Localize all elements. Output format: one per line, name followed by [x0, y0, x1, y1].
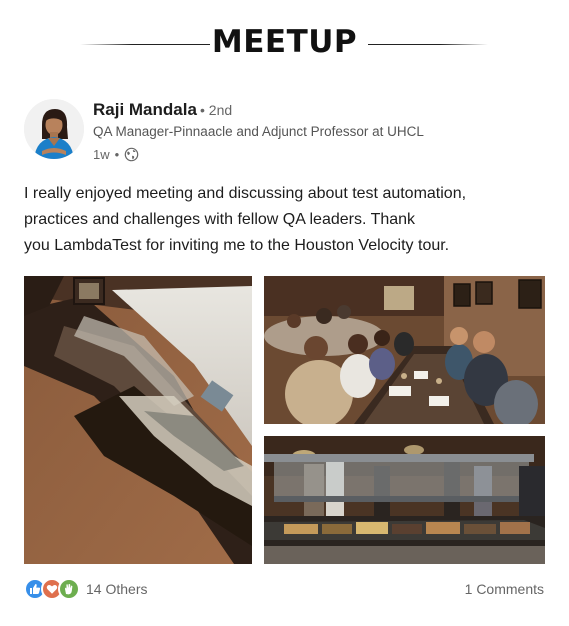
comments-count[interactable]: 1 Comments: [465, 581, 544, 597]
photo-restaurant-overview[interactable]: [24, 276, 252, 564]
post-time: 1w: [93, 146, 110, 162]
photo-group-dinner[interactable]: [264, 276, 545, 424]
celebrate-icon: [58, 578, 80, 600]
author-name[interactable]: Raji Mandala: [93, 100, 197, 120]
post-text-line: I really enjoyed meeting and discussing …: [24, 185, 467, 202]
connection-degree: • 2nd: [200, 102, 233, 118]
post-text-line: you LambdaTest for inviting me to the Ho…: [24, 237, 450, 254]
post-text-line: practices and challenges with fellow QA …: [24, 211, 416, 228]
post-meta: 1w •: [93, 145, 139, 163]
reactions-count[interactable]: 14 Others: [86, 581, 147, 597]
header-rule-right: [368, 44, 488, 45]
post-text: I really enjoyed meeting and discussing …: [24, 181, 544, 259]
photo-buffet-counter[interactable]: [264, 436, 545, 564]
reactions-summary[interactable]: 14 Others: [24, 577, 147, 601]
author-headline: QA Manager-Pinnaacle and Adjunct Profess…: [93, 124, 424, 139]
globe-icon: [124, 147, 139, 161]
section-title: MEETUP: [211, 24, 358, 60]
meta-separator: •: [114, 146, 120, 162]
section-header: MEETUP: [0, 24, 569, 64]
author-avatar[interactable]: [24, 99, 84, 159]
